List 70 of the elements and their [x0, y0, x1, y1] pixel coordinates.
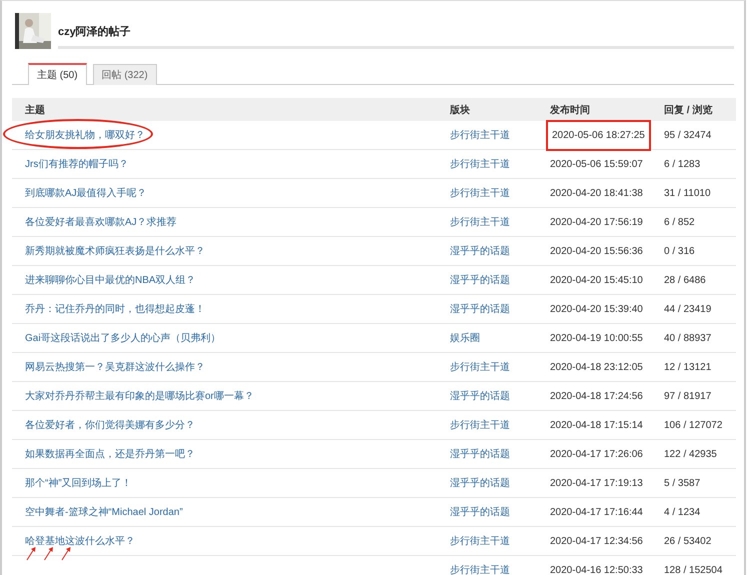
- post-time: 2020-04-20 15:39:40: [549, 302, 644, 316]
- topic-link[interactable]: 各位爱好者，你们觉得美娜有多少分？: [25, 420, 195, 431]
- topic-link[interactable]: 网易云热搜第一？吴克群这波什么操作？: [25, 362, 205, 373]
- forum-link[interactable]: 湿乎乎的话题: [450, 304, 510, 315]
- topic-link[interactable]: 进来聊聊你心目中最优的NBA双人组？: [25, 275, 196, 286]
- topic-link[interactable]: 那个“神”又回到场上了！: [25, 478, 132, 489]
- post-time: 2020-04-19 10:00:55: [549, 332, 644, 346]
- forum-link[interactable]: 湿乎乎的话题: [450, 275, 510, 286]
- tab[interactable]: 回帖 (322): [92, 64, 157, 85]
- post-time: 2020-04-18 17:15:14: [549, 418, 644, 432]
- topic-link[interactable]: Jrs们有推荐的帽子吗？: [25, 159, 128, 170]
- topic-link[interactable]: 哈登基地这波什么水平？: [25, 536, 135, 547]
- topic-link[interactable]: 给女朋友挑礼物，哪双好？: [25, 130, 145, 141]
- post-time: 2020-04-20 15:56:36: [549, 244, 644, 258]
- forum-link[interactable]: 步行街主干道: [450, 217, 510, 228]
- topic-link[interactable]: 如果数据再全面点，还是乔丹第一吧？: [25, 449, 195, 460]
- reply-view-count: 40 / 88937: [664, 332, 712, 344]
- topic-link[interactable]: 乔丹：记住乔丹的同时，也得想起皮蓬！: [25, 304, 205, 315]
- post-time: 2020-04-16 12:50:33: [549, 564, 644, 575]
- forum-link[interactable]: 湿乎乎的话题: [450, 449, 510, 460]
- post-time: 2020-04-20 18:41:38: [549, 186, 644, 200]
- topic-link[interactable]: 到底哪款AJ最值得入手呢？: [25, 188, 147, 199]
- topic-link[interactable]: 新秀期就被魔术师疯狂表扬是什么水平？: [25, 246, 205, 257]
- post-time: 2020-04-17 12:34:56: [549, 534, 644, 548]
- reply-view-count: 31 / 11010: [664, 188, 711, 198]
- forum-link[interactable]: 步行街主干道: [450, 565, 510, 575]
- topic-link[interactable]: Gai哥这段话说出了多少人的心声（贝弗利）: [25, 333, 221, 344]
- post-time: 2020-04-20 15:45:10: [549, 274, 644, 288]
- reply-view-count: 26 / 53402: [664, 536, 712, 546]
- reply-view-count: 44 / 23419: [664, 304, 712, 314]
- page-title: czy阿泽的帖子: [58, 26, 131, 38]
- reply-view-count: 4 / 1234: [664, 506, 700, 518]
- forum-link[interactable]: 湿乎乎的话题: [450, 507, 510, 518]
- reply-view-count: 122 / 42935: [664, 448, 717, 460]
- forum-link[interactable]: 步行街主干道: [450, 130, 510, 141]
- reply-view-count: 6 / 1283: [664, 158, 700, 170]
- post-time: 2020-04-17 17:19:13: [549, 476, 644, 490]
- post-time: 2020-04-17 17:16:44: [549, 506, 644, 520]
- post-time: 2020-04-18 23:12:05: [549, 360, 644, 374]
- topic-link[interactable]: 各位爱好者最喜欢哪款AJ？求推荐: [25, 217, 177, 228]
- reply-view-count: 12 / 13121: [664, 362, 712, 372]
- forum-link[interactable]: 步行街主干道: [450, 188, 510, 199]
- forum-link[interactable]: 步行街主干道: [450, 159, 510, 170]
- forum-link[interactable]: 步行街主干道: [450, 536, 510, 547]
- post-time: 2020-05-06 18:27:25: [546, 120, 651, 150]
- reply-view-count: 6 / 852: [664, 216, 695, 228]
- forum-link[interactable]: 湿乎乎的话题: [450, 391, 510, 402]
- column-header: 版块: [450, 104, 471, 116]
- reply-view-count: 128 / 152504: [664, 564, 722, 575]
- column-header: 发布时间: [550, 104, 591, 116]
- column-header: 回复 / 浏览: [664, 104, 714, 116]
- reply-view-count: 5 / 3587: [664, 478, 700, 488]
- topic-link[interactable]: 空中舞者-篮球之神“Michael Jordan”: [25, 507, 183, 518]
- reply-view-count: 0 / 316: [664, 246, 695, 256]
- tab[interactable]: 主题 (50): [28, 63, 87, 85]
- reply-view-count: 95 / 32474: [664, 130, 712, 140]
- forum-link[interactable]: 娱乐圈: [450, 333, 480, 344]
- topic-link[interactable]: 大家对乔丹乔帮主最有印象的是哪场比赛or哪一幕？: [25, 391, 254, 402]
- post-time: 2020-05-06 15:59:07: [549, 158, 644, 172]
- forum-link[interactable]: 步行街主干道: [450, 420, 510, 431]
- reply-view-count: 97 / 81917: [664, 390, 712, 402]
- forum-link[interactable]: 步行街主干道: [450, 362, 510, 373]
- forum-link[interactable]: 湿乎乎的话题: [450, 246, 510, 257]
- column-header: 主题: [24, 103, 46, 116]
- post-time: 2020-04-17 17:26:06: [549, 448, 644, 462]
- post-time: 2020-04-20 17:56:19: [549, 216, 644, 230]
- reply-view-count: 28 / 6486: [664, 274, 706, 286]
- forum-link[interactable]: 湿乎乎的话题: [450, 478, 510, 489]
- post-time: 2020-04-18 17:24:56: [549, 390, 644, 404]
- reply-view-count: 106 / 127072: [664, 420, 722, 430]
